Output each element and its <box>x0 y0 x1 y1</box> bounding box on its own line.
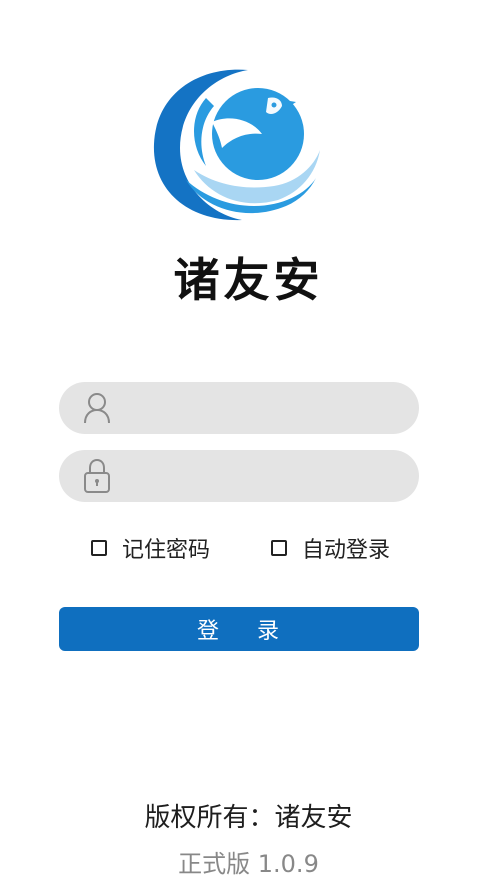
bird-globe-logo-icon <box>153 69 320 221</box>
remember-password-label[interactable]: 记住密码 <box>122 532 210 564</box>
version-text: 正式版 1.0.9 <box>178 850 319 878</box>
remember-password-checkbox[interactable]: 记住密码 <box>91 532 210 564</box>
username-input[interactable] <box>121 396 399 420</box>
login-options: 记住密码 自动登录 <box>0 532 497 564</box>
auto-login-checkbox[interactable]: 自动登录 <box>271 532 390 564</box>
auto-login-label[interactable]: 自动登录 <box>302 532 390 564</box>
app-name: 诸友安 <box>173 253 324 307</box>
password-input[interactable] <box>121 464 399 488</box>
username-field[interactable] <box>59 382 419 434</box>
copyright-text: 版权所有：诸友安 <box>144 803 353 833</box>
auto-login-box[interactable] <box>271 540 287 556</box>
remember-password-box[interactable] <box>91 540 107 556</box>
lock-icon <box>83 458 111 494</box>
person-icon <box>83 390 111 426</box>
login-button[interactable]: 登 录 <box>59 607 419 651</box>
password-field[interactable] <box>59 450 419 502</box>
app-logo <box>150 66 326 224</box>
